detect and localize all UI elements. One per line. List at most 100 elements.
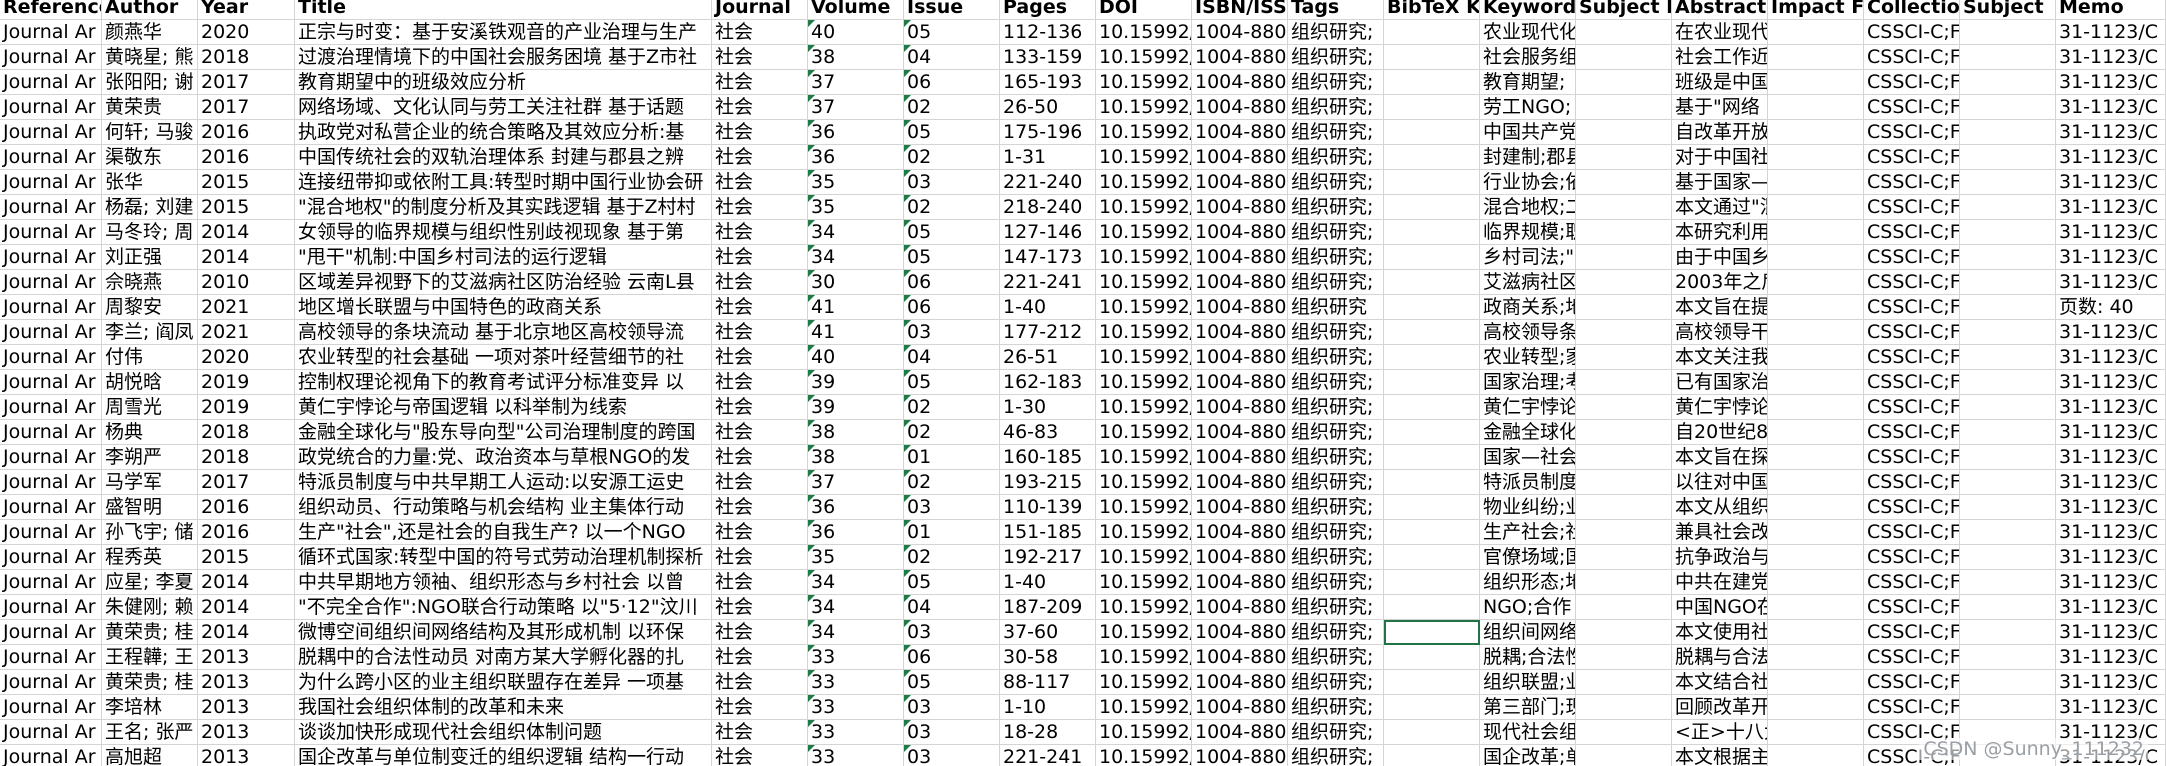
table-cell[interactable]: 组织研究; <box>1288 620 1384 645</box>
table-row[interactable]: Journal Ar 李朔严 2018 政党统合的力量:党、政治资本与草根NGO的发社… <box>0 445 2166 470</box>
table-cell[interactable]: 05 <box>904 670 1000 695</box>
table-cell[interactable] <box>1768 370 1864 395</box>
table-cell[interactable]: 组织研究; <box>1288 645 1384 670</box>
table-cell[interactable]: CSSCI-C;F <box>1864 95 1960 120</box>
table-cell[interactable]: 组织联盟;业 <box>1480 670 1576 695</box>
table-cell[interactable]: 脱耦与合法 <box>1672 645 1768 670</box>
table-cell[interactable]: 社会 <box>712 495 808 520</box>
table-cell[interactable]: 脱耦;合法性 <box>1480 645 1576 670</box>
table-cell[interactable]: 高旭超 <box>102 745 198 766</box>
table-cell[interactable]: 1-40 <box>1000 570 1096 595</box>
table-cell[interactable]: Journal Ar <box>0 145 102 170</box>
table-cell[interactable]: 页数: 40 <box>2056 295 2166 320</box>
table-cell[interactable]: 1004-8804 <box>1192 545 1288 570</box>
column-header[interactable]: DOI <box>1096 0 1192 20</box>
table-cell[interactable]: 农业转型;家 <box>1480 345 1576 370</box>
table-cell[interactable]: 组织研究; <box>1288 720 1384 745</box>
table-cell[interactable] <box>1960 695 2056 720</box>
table-cell[interactable] <box>1960 345 2056 370</box>
table-cell[interactable]: 组织研究; <box>1288 145 1384 170</box>
table-cell[interactable]: 2018 <box>198 420 295 445</box>
table-cell[interactable]: 教育期望; <box>1480 70 1576 95</box>
table-row[interactable]: Journal Ar 杨典 2018 金融全球化与"股东导向型"公司治理制度的跨国 社会… <box>0 420 2166 445</box>
table-cell[interactable]: CSSCI-C;F <box>1864 270 1960 295</box>
table-cell[interactable]: 04 <box>904 595 1000 620</box>
table-cell[interactable]: 31-1123/C <box>2056 195 2166 220</box>
table-cell[interactable]: 组织研究; <box>1288 220 1384 245</box>
table-row[interactable]: Journal Ar 黄荣贵; 桂 2013 为什么跨小区的业主组织联盟存在差异 一项… <box>0 670 2166 695</box>
table-cell[interactable] <box>1960 195 2056 220</box>
table-cell[interactable]: 03 <box>904 170 1000 195</box>
table-cell[interactable]: 组织研究; <box>1288 345 1384 370</box>
table-cell[interactable]: 02 <box>904 470 1000 495</box>
table-cell[interactable] <box>1576 170 1672 195</box>
table-cell[interactable]: 中共早期地方领袖、组织形态与乡村社会 以曾 <box>295 570 712 595</box>
table-cell[interactable]: Journal Ar <box>0 620 102 645</box>
table-cell[interactable]: 1004-8804 <box>1192 95 1288 120</box>
table-cell[interactable] <box>1768 695 1864 720</box>
table-cell[interactable]: 1004-8804 <box>1192 495 1288 520</box>
table-cell[interactable]: 执政党对私营企业的统合策略及其效应分析:基 <box>295 120 712 145</box>
table-cell[interactable]: Journal Ar <box>0 320 102 345</box>
table-cell[interactable] <box>1576 745 1672 766</box>
table-cell[interactable] <box>1384 270 1480 295</box>
table-cell[interactable]: 10.15992/j <box>1096 395 1192 420</box>
table-cell[interactable]: 社会 <box>712 120 808 145</box>
table-row[interactable]: Journal Ar 周雪光 2019 黄仁宇悖论与帝国逻辑 以科举制为线索 社会 39 0… <box>0 395 2166 420</box>
column-header[interactable]: Pages <box>1000 0 1096 20</box>
table-cell[interactable]: 行业协会;依 <box>1480 170 1576 195</box>
table-row[interactable]: Journal Ar 黄荣贵; 桂 2014 微博空间组织间网络结构及其形成机制 以环… <box>0 620 2166 645</box>
table-cell[interactable]: Journal Ar <box>0 20 102 45</box>
table-cell[interactable] <box>1768 570 1864 595</box>
table-cell[interactable] <box>1960 270 2056 295</box>
table-cell[interactable]: 03 <box>904 620 1000 645</box>
table-cell[interactable]: Journal Ar <box>0 745 102 766</box>
table-cell[interactable]: 2003年之后 <box>1672 270 1768 295</box>
table-cell[interactable]: 02 <box>904 195 1000 220</box>
table-cell[interactable]: 35 <box>808 545 904 570</box>
table-cell[interactable]: 杨典 <box>102 420 198 445</box>
table-cell[interactable]: 10.15992/j <box>1096 295 1192 320</box>
table-cell[interactable]: 10.15992/j <box>1096 195 1192 220</box>
table-cell[interactable]: 控制权理论视角下的教育考试评分标准变异 以 <box>295 370 712 395</box>
table-cell[interactable]: 03 <box>904 320 1000 345</box>
table-cell[interactable]: 26-50 <box>1000 95 1096 120</box>
table-cell[interactable]: 程秀英 <box>102 545 198 570</box>
table-cell[interactable] <box>1960 320 2056 345</box>
table-cell[interactable]: 02 <box>904 95 1000 120</box>
table-cell[interactable]: 06 <box>904 270 1000 295</box>
table-cell[interactable]: 组织研究; <box>1288 595 1384 620</box>
table-cell[interactable]: 循环式国家:转型中国的符号式劳动治理机制探析 <box>295 545 712 570</box>
table-cell[interactable]: 2010 <box>198 270 295 295</box>
table-cell[interactable]: 133-159 <box>1000 45 1096 70</box>
table-cell[interactable]: 05 <box>904 570 1000 595</box>
table-cell[interactable]: 现代社会组 <box>1480 720 1576 745</box>
table-cell[interactable] <box>1384 520 1480 545</box>
table-cell[interactable]: 1-10 <box>1000 695 1096 720</box>
table-cell[interactable]: 基于"网络 <box>1672 95 1768 120</box>
table-cell[interactable]: 基于国家— <box>1672 170 1768 195</box>
table-cell[interactable] <box>1768 120 1864 145</box>
table-cell[interactable]: 33 <box>808 645 904 670</box>
table-cell[interactable]: 112-136 <box>1000 20 1096 45</box>
table-cell[interactable]: 31-1123/C <box>2056 395 2166 420</box>
table-cell[interactable]: 1-31 <box>1000 145 1096 170</box>
table-cell[interactable]: Journal Ar <box>0 645 102 670</box>
table-cell[interactable] <box>1768 45 1864 70</box>
table-cell[interactable]: 31-1123/C <box>2056 620 2166 645</box>
table-cell[interactable] <box>1768 395 1864 420</box>
table-cell[interactable]: Journal Ar <box>0 220 102 245</box>
table-cell[interactable] <box>1768 170 1864 195</box>
table-cell[interactable]: 高校领导的条块流动 基于北京地区高校领导流 <box>295 320 712 345</box>
table-cell[interactable]: 40 <box>808 20 904 45</box>
table-cell[interactable]: 10.15992/j <box>1096 370 1192 395</box>
table-cell[interactable]: 国家治理;考 <box>1480 370 1576 395</box>
table-cell[interactable]: 10.15992/j <box>1096 670 1192 695</box>
table-cell[interactable]: 218-240 <box>1000 195 1096 220</box>
table-cell[interactable]: 1004-8804 <box>1192 595 1288 620</box>
table-cell[interactable]: 10.15992/j <box>1096 20 1192 45</box>
table-cell[interactable]: 社会 <box>712 445 808 470</box>
table-cell[interactable]: Journal Ar <box>0 170 102 195</box>
table-cell[interactable]: Journal Ar <box>0 245 102 270</box>
table-cell[interactable]: 10.15992/j <box>1096 345 1192 370</box>
